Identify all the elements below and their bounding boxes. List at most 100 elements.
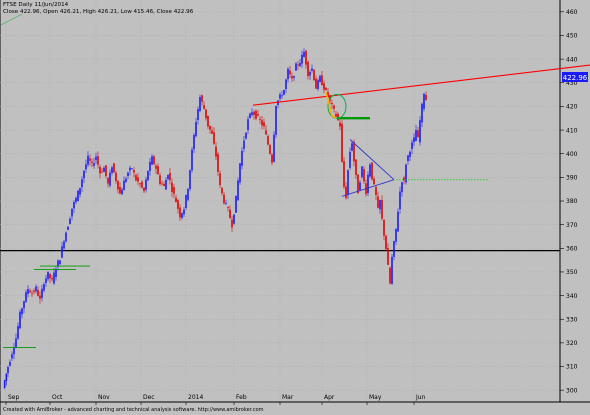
candle-body [35, 286, 37, 292]
candle-body [45, 278, 47, 284]
candle-body [253, 111, 255, 115]
candle-body [245, 132, 247, 139]
y-tick-label-410: 410 [566, 127, 578, 134]
candle-body [205, 109, 207, 119]
candle-body [283, 89, 285, 95]
candle-body [121, 189, 123, 195]
candle-body [361, 166, 363, 178]
candle [189, 169, 191, 192]
candle-body [413, 137, 415, 143]
candle-body [343, 161, 345, 187]
candle [273, 131, 275, 163]
y-tick-label-340: 340 [566, 293, 578, 300]
candle-body [149, 161, 151, 171]
candle-body [391, 256, 393, 284]
candle-body [143, 187, 145, 192]
candle-body [259, 119, 261, 120]
chart-title-line: FTSE Daily 11/Jun/2014 [3, 2, 69, 8]
candle [239, 162, 241, 185]
candle [59, 259, 61, 265]
y-tick-label-390: 390 [566, 175, 578, 182]
x-tick-label-Dec: Dec [143, 394, 155, 401]
candle-body [309, 72, 311, 76]
candle-body [249, 113, 251, 118]
candle [113, 162, 115, 174]
candle-body [169, 173, 171, 180]
candle-body [109, 172, 111, 186]
candle-body [275, 105, 277, 135]
x-tick-label-Mar: Mar [282, 394, 294, 401]
candle [369, 162, 371, 178]
candle-body [49, 273, 51, 279]
candle-body [219, 173, 221, 186]
candle-body [15, 338, 17, 348]
candle-body [131, 168, 133, 170]
candle [319, 74, 321, 83]
candle-body [411, 142, 413, 150]
candle-body [69, 218, 71, 224]
candle-body [221, 187, 223, 194]
candle-body [325, 87, 327, 90]
y-tick-label-460: 460 [566, 9, 578, 16]
candle-body [213, 132, 215, 144]
candle-body [355, 159, 357, 175]
candle-body [347, 170, 349, 196]
candle-body [303, 51, 305, 57]
candle-body [243, 140, 245, 149]
candle [341, 120, 343, 163]
candle-body [177, 200, 179, 209]
candle-body [377, 196, 379, 208]
candle-body [53, 272, 55, 284]
candle-body [363, 169, 365, 182]
candle [147, 170, 149, 182]
candle [343, 156, 345, 189]
candle-body [339, 122, 341, 127]
candle-body [315, 78, 317, 89]
candle-body [9, 361, 11, 366]
candle [191, 147, 193, 173]
y-tick-label-400: 400 [566, 151, 578, 158]
candle [199, 94, 201, 113]
y-tick-label-310: 310 [566, 364, 578, 371]
candle-body [261, 120, 263, 126]
candle-body [37, 289, 39, 296]
candle-body [257, 114, 259, 116]
candle-body [91, 161, 93, 163]
candle-body [61, 246, 63, 258]
candle-body [183, 209, 185, 215]
candle-body [231, 219, 233, 228]
candle [255, 109, 257, 121]
y-tick-label-350: 350 [566, 269, 578, 276]
candle-body [145, 179, 147, 190]
candle-body [211, 130, 213, 134]
candle-body [367, 174, 369, 194]
candle-body [39, 295, 41, 299]
candle-body [63, 241, 65, 249]
candle-body [199, 96, 201, 112]
candle-body [173, 187, 175, 194]
candle-body [401, 182, 403, 192]
candle-body [375, 186, 377, 195]
footer-credit: Created with AmiBroker - advanced charti… [3, 407, 264, 413]
candle [237, 177, 239, 201]
candle-body [71, 208, 73, 217]
candle-body [187, 188, 189, 200]
candle [233, 214, 235, 225]
candle-body [313, 69, 315, 81]
candle-body [263, 122, 265, 127]
candle-body [209, 125, 211, 130]
candle [269, 143, 271, 155]
candle-body [47, 271, 49, 280]
candle-body [77, 190, 79, 202]
candle-body [103, 167, 105, 172]
candle-body [13, 347, 15, 355]
candle-body [301, 54, 303, 64]
candle-body [117, 180, 119, 190]
candle-body [105, 165, 107, 177]
price-chart: 300 310 320 330 340 350 360 370 380 390 400 410 420 4… [0, 0, 590, 415]
candle-body [11, 354, 13, 359]
candle-body [101, 171, 103, 173]
candle-body [251, 112, 253, 115]
candle-body [225, 203, 227, 204]
y-tick-label-320: 320 [566, 340, 578, 347]
